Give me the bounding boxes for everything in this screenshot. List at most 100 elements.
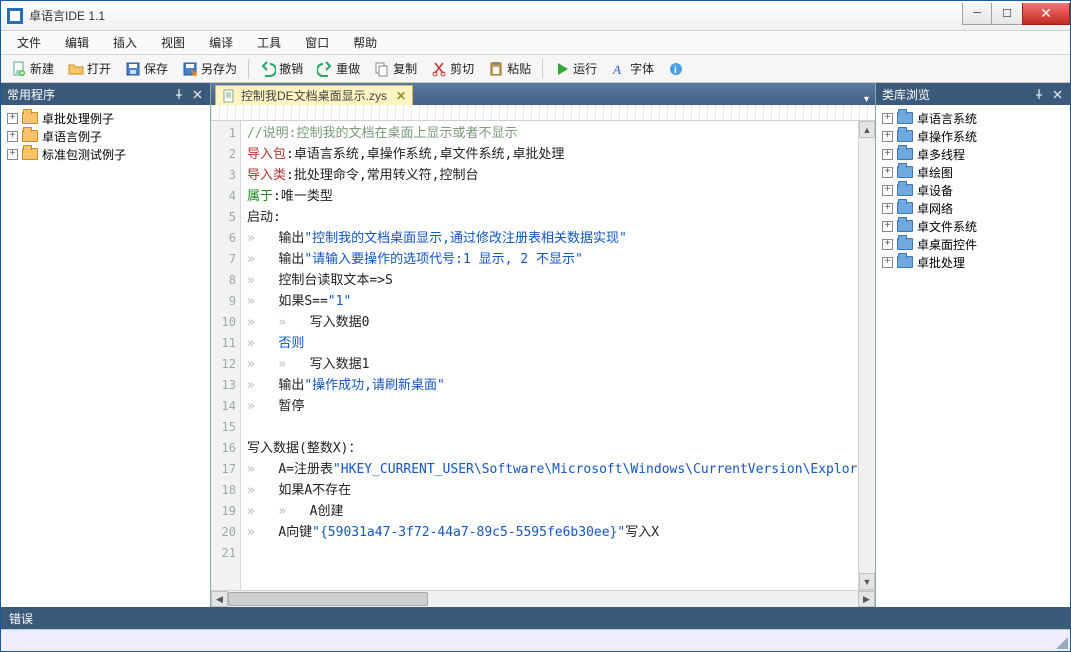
close-tab-icon[interactable]: ✕: [396, 89, 406, 103]
tree-item[interactable]: + 卓设备: [878, 181, 1068, 199]
paste-button[interactable]: 粘贴: [482, 58, 537, 80]
expand-icon[interactable]: +: [882, 167, 893, 178]
help-button[interactable]: i: [662, 58, 690, 80]
expand-icon[interactable]: +: [882, 149, 893, 160]
redo-label: 重做: [336, 60, 360, 77]
editor-area: 控制我DE文档桌面显示.zys ✕ ▾ 12345678910111213141…: [211, 83, 875, 607]
tree-label: 卓网络: [917, 200, 953, 217]
menu-tools[interactable]: 工具: [247, 32, 291, 53]
scroll-up-button[interactable]: ▲: [859, 121, 875, 138]
hscroll-thumb[interactable]: [228, 592, 428, 606]
resize-grip-icon[interactable]: [1054, 635, 1068, 649]
svg-text:i: i: [674, 65, 677, 76]
new-button[interactable]: 新建: [5, 58, 60, 80]
scroll-track[interactable]: [859, 138, 875, 573]
tree-label: 卓语言系统: [917, 110, 977, 127]
minimize-button[interactable]: ─: [962, 3, 992, 25]
code-editor[interactable]: //说明:控制我的文档在桌面上显示或者不显示 导入包:卓语言系统,卓操作系统,卓…: [241, 121, 858, 590]
horizontal-scrollbar[interactable]: ◀ ▶: [211, 590, 875, 607]
menu-help[interactable]: 帮助: [343, 32, 387, 53]
pin-icon[interactable]: [1032, 87, 1046, 101]
redo-button[interactable]: 重做: [311, 58, 366, 80]
menu-view[interactable]: 视图: [151, 32, 195, 53]
svg-text:A: A: [612, 62, 621, 77]
library-panel: 类库浏览 + 卓语言系统 + 卓操作系统 + 卓多线程 + 卓绘图 +: [875, 83, 1070, 607]
copy-button[interactable]: 复制: [368, 58, 423, 80]
programs-tree: +卓批处理例子 +卓语言例子 +标准包测试例子: [1, 105, 210, 607]
tree-item[interactable]: + 卓文件系统: [878, 217, 1068, 235]
editor-rows: 123456789101112131415161718192021 //说明:控…: [211, 121, 875, 590]
saveas-button[interactable]: 另存为: [176, 58, 243, 80]
tree-label: 卓文件系统: [917, 218, 977, 235]
expand-icon[interactable]: +: [882, 131, 893, 142]
menu-compile[interactable]: 编译: [199, 32, 243, 53]
window-title: 卓语言IDE 1.1: [29, 7, 962, 24]
close-panel-icon[interactable]: [1050, 87, 1064, 101]
vertical-scrollbar[interactable]: ▲ ▼: [858, 121, 875, 590]
tree-item[interactable]: + 卓批处理: [878, 253, 1068, 271]
menu-edit[interactable]: 编辑: [55, 32, 99, 53]
titlebar: 卓语言IDE 1.1 ─ ☐ ✕: [1, 1, 1070, 31]
info-icon: i: [668, 61, 684, 77]
programs-panel-title: 常用程序: [7, 86, 55, 103]
expand-icon[interactable]: +: [882, 257, 893, 268]
save-icon: [125, 61, 141, 77]
open-button[interactable]: 打开: [62, 58, 117, 80]
save-label: 保存: [144, 60, 168, 77]
tree-item[interactable]: + 卓操作系统: [878, 127, 1068, 145]
folder-icon: [897, 112, 913, 124]
file-tab-label: 控制我DE文档桌面显示.zys: [241, 87, 387, 104]
statusbar: [1, 629, 1070, 651]
saveas-icon: [182, 61, 198, 77]
expand-icon[interactable]: +: [7, 113, 18, 124]
tree-item[interactable]: + 卓语言系统: [878, 109, 1068, 127]
tree-item[interactable]: +卓批处理例子: [3, 109, 208, 127]
pin-icon[interactable]: [172, 87, 186, 101]
close-panel-icon[interactable]: [190, 87, 204, 101]
library-panel-header: 类库浏览: [876, 83, 1070, 105]
file-tab[interactable]: 控制我DE文档桌面显示.zys ✕: [215, 85, 413, 105]
tree-item[interactable]: +卓语言例子: [3, 127, 208, 145]
saveas-label: 另存为: [201, 60, 237, 77]
run-button[interactable]: 运行: [548, 58, 603, 80]
expand-icon[interactable]: +: [882, 221, 893, 232]
paste-label: 粘贴: [507, 60, 531, 77]
cut-button[interactable]: 剪切: [425, 58, 480, 80]
new-label: 新建: [30, 60, 54, 77]
menu-file[interactable]: 文件: [7, 32, 51, 53]
expand-icon[interactable]: +: [882, 113, 893, 124]
menu-insert[interactable]: 插入: [103, 32, 147, 53]
expand-icon[interactable]: +: [7, 149, 18, 160]
save-button[interactable]: 保存: [119, 58, 174, 80]
folder-icon: [897, 130, 913, 142]
folder-icon: [897, 238, 913, 250]
expand-icon[interactable]: +: [882, 203, 893, 214]
scroll-down-button[interactable]: ▼: [859, 573, 875, 590]
tree-item[interactable]: + 卓绘图: [878, 163, 1068, 181]
hscroll-track[interactable]: [228, 591, 858, 607]
font-button[interactable]: A字体: [605, 58, 660, 80]
error-tab-label: 错误: [9, 610, 33, 627]
tree-label: 卓设备: [917, 182, 953, 199]
tree-item[interactable]: +标准包测试例子: [3, 145, 208, 163]
tree-item[interactable]: + 卓桌面控件: [878, 235, 1068, 253]
undo-button[interactable]: 撤销: [254, 58, 309, 80]
expand-icon[interactable]: +: [7, 131, 18, 142]
run-icon: [554, 61, 570, 77]
expand-icon[interactable]: +: [882, 239, 893, 250]
tree-label: 卓绘图: [917, 164, 953, 181]
scroll-left-button[interactable]: ◀: [211, 591, 228, 607]
menu-window[interactable]: 窗口: [295, 32, 339, 53]
tree-label: 卓桌面控件: [917, 236, 977, 253]
undo-icon: [260, 61, 276, 77]
tree-item[interactable]: + 卓网络: [878, 199, 1068, 217]
maximize-button[interactable]: ☐: [992, 3, 1022, 25]
scroll-right-button[interactable]: ▶: [858, 591, 875, 607]
tab-dropdown-icon[interactable]: ▾: [864, 94, 869, 105]
expand-icon[interactable]: +: [882, 185, 893, 196]
close-button[interactable]: ✕: [1022, 3, 1070, 25]
tree-item[interactable]: + 卓多线程: [878, 145, 1068, 163]
redo-icon: [317, 61, 333, 77]
error-panel-header[interactable]: 错误: [1, 607, 1070, 629]
folder-icon: [897, 166, 913, 178]
